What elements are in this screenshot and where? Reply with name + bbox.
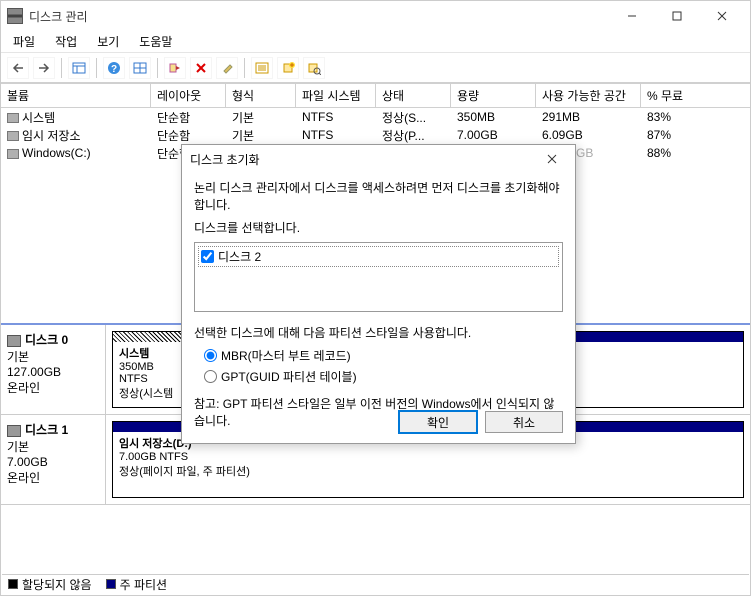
ok-button[interactable]: 확인 [399, 411, 477, 433]
disk-icon [7, 335, 21, 347]
dialog-close-button[interactable] [537, 147, 567, 171]
disk-checkbox[interactable] [201, 250, 214, 263]
dialog-message: 디스크를 선택합니다. [194, 219, 563, 236]
volume-icon [7, 113, 19, 123]
disk-select-list[interactable]: 디스크 2 [194, 242, 563, 312]
table-row[interactable]: 임시 저장소단순함기본NTFS정상(P...7.00GB6.09GB87% [1, 126, 750, 144]
legend-swatch-unallocated [8, 579, 18, 589]
col-fs[interactable]: 파일 시스템 [296, 84, 376, 107]
svg-text:?: ? [111, 64, 117, 75]
col-free[interactable]: 사용 가능한 공간 [536, 84, 641, 107]
disk-list-item[interactable]: 디스크 2 [198, 246, 559, 267]
toolbar-view-icon[interactable] [68, 57, 90, 79]
menu-help[interactable]: 도움말 [131, 31, 180, 52]
app-icon [7, 8, 23, 24]
toolbar-grid-icon[interactable] [129, 57, 151, 79]
radio-mbr[interactable]: MBR(마스터 부트 레코드) [204, 347, 563, 364]
volume-icon [7, 149, 19, 159]
close-button[interactable] [699, 1, 744, 31]
help-icon[interactable]: ? [103, 57, 125, 79]
dialog-message: 선택한 디스크에 대해 다음 파티션 스타일을 사용합니다. [194, 324, 563, 341]
toolbar-add-icon[interactable] [277, 57, 299, 79]
volume-icon [7, 131, 19, 141]
col-capacity[interactable]: 용량 [451, 84, 536, 107]
toolbar-find-icon[interactable] [303, 57, 325, 79]
col-pct[interactable]: % 무료 [641, 84, 711, 107]
radio-input-gpt[interactable] [204, 370, 217, 383]
col-layout[interactable]: 레이아웃 [151, 84, 226, 107]
minimize-button[interactable] [609, 1, 654, 31]
refresh-icon[interactable] [164, 57, 186, 79]
radio-gpt[interactable]: GPT(GUID 파티션 테이블) [204, 368, 563, 385]
menu-action[interactable]: 작업 [47, 31, 85, 52]
col-type[interactable]: 형식 [226, 84, 296, 107]
radio-input-mbr[interactable] [204, 349, 217, 362]
titlebar: 디스크 관리 [1, 1, 750, 31]
disk-icon [7, 425, 21, 437]
col-status[interactable]: 상태 [376, 84, 451, 107]
grid-header: 볼륨 레이아웃 형식 파일 시스템 상태 용량 사용 가능한 공간 % 무료 [1, 83, 750, 108]
menu-file[interactable]: 파일 [5, 31, 43, 52]
initialize-disk-dialog: 디스크 초기화 논리 디스크 관리자에서 디스크를 액세스하려면 먼저 디스크를… [181, 144, 576, 444]
col-volume[interactable]: 볼륨 [1, 84, 151, 107]
menu-view[interactable]: 보기 [89, 31, 127, 52]
cancel-button[interactable]: 취소 [485, 411, 563, 433]
delete-icon[interactable] [190, 57, 212, 79]
forward-button[interactable] [33, 57, 55, 79]
legend: 할당되지 않음 주 파티션 [2, 574, 749, 594]
back-button[interactable] [7, 57, 29, 79]
properties-icon[interactable] [216, 57, 238, 79]
maximize-button[interactable] [654, 1, 699, 31]
toolbar-list-icon[interactable] [251, 57, 273, 79]
menubar: 파일 작업 보기 도움말 [1, 31, 750, 53]
legend-swatch-primary [106, 579, 116, 589]
dialog-message: 논리 디스크 관리자에서 디스크를 액세스하려면 먼저 디스크를 초기화해야 합… [194, 179, 563, 213]
window-title: 디스크 관리 [29, 8, 609, 25]
partition[interactable]: 시스템 350MB NTFS 정상(시스템 [112, 331, 192, 408]
table-row[interactable]: 시스템단순함기본NTFS정상(S...350MB291MB83% [1, 108, 750, 126]
toolbar: ? [1, 53, 750, 83]
dialog-title: 디스크 초기화 [190, 151, 537, 168]
main-window: 디스크 관리 파일 작업 보기 도움말 ? [0, 0, 751, 596]
